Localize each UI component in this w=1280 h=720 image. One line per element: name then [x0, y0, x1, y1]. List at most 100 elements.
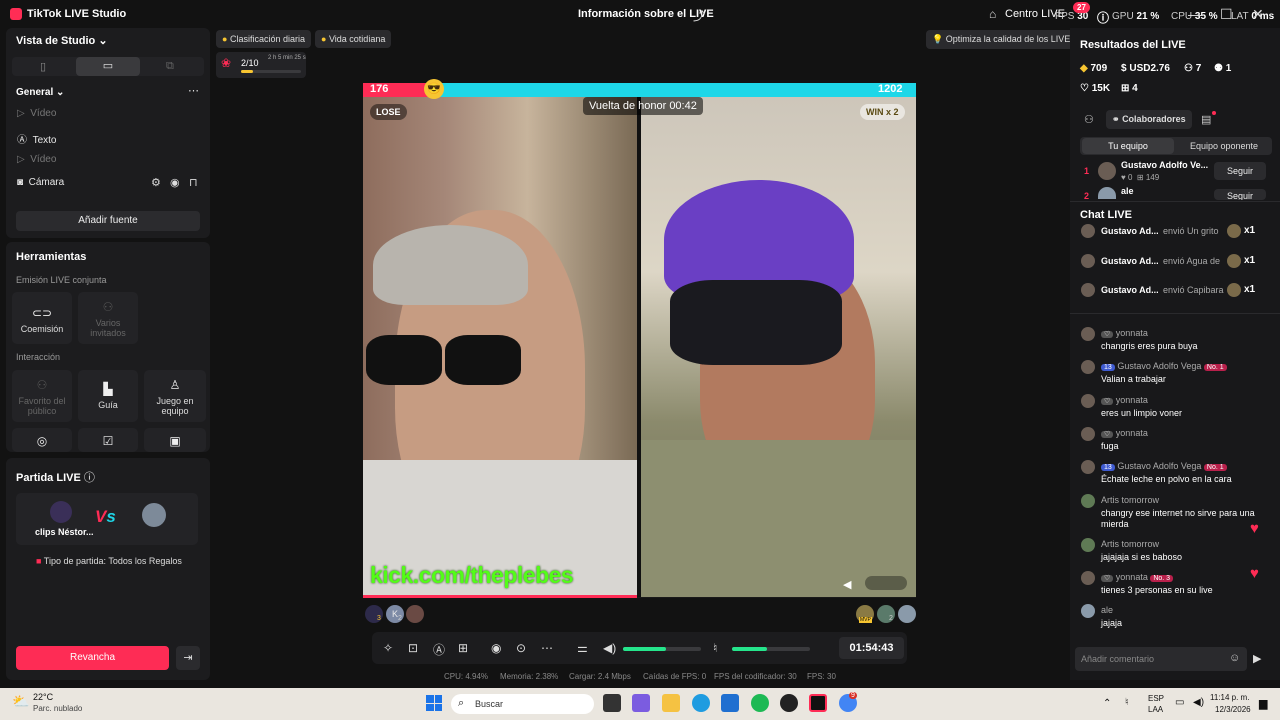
chat-avatar[interactable]	[1081, 360, 1095, 374]
supporter-avatar[interactable]	[406, 605, 424, 623]
list-icon[interactable]: ▤	[1201, 113, 1211, 126]
ai-icon[interactable]: Ⓐ	[433, 641, 445, 658]
weather-temp[interactable]: 22°C	[33, 692, 53, 702]
spotify-icon[interactable]	[751, 694, 769, 712]
gift-sender-avatar[interactable]	[1081, 224, 1095, 238]
chat-username[interactable]: yonnata	[1116, 328, 1148, 338]
replay-icon[interactable]: ⊙	[516, 641, 526, 655]
volume-icon[interactable]: ◀)	[603, 641, 616, 655]
network-icon[interactable]: ▭	[1175, 697, 1184, 708]
chat-avatar[interactable]	[1081, 571, 1095, 585]
taskbar-search[interactable]	[451, 694, 594, 714]
tiktok-taskbar-icon[interactable]	[809, 694, 827, 712]
chat-username[interactable]: ale	[1101, 605, 1113, 615]
fan-favorite-tile[interactable]: ⚇ Favorito del público	[12, 370, 72, 422]
store-icon[interactable]	[721, 694, 739, 712]
lock-icon[interactable]: ⊓	[189, 176, 198, 189]
clock-time[interactable]: 11:14 p. m.	[1210, 693, 1249, 702]
tray-chevron-icon[interactable]: ⌃	[1103, 698, 1111, 709]
edge-icon[interactable]	[692, 694, 710, 712]
send-icon[interactable]: ▶	[1253, 652, 1261, 665]
team-game-tile[interactable]: ♙ Juego en equipo	[144, 370, 206, 422]
source-text[interactable]: Ⓐ Texto	[17, 131, 56, 146]
target-tile[interactable]: ◎	[12, 428, 72, 452]
chat-username[interactable]: yonnata	[1116, 395, 1148, 405]
add-source-button[interactable]: Añadir fuente	[16, 211, 200, 231]
language-layout[interactable]: LAA	[1148, 705, 1163, 714]
optimize-quality-chip[interactable]: 💡 Optimiza la calidad de los LIVE	[926, 30, 1077, 49]
guide-tile[interactable]: ▙ Guía	[78, 370, 138, 422]
home-icon[interactable]: ⌂	[989, 7, 996, 21]
emoji-icon[interactable]: ☺	[1229, 652, 1240, 664]
team-member-name[interactable]: Gustavo Adolfo Ve...	[1121, 160, 1208, 170]
file-explorer-icon[interactable]	[662, 694, 680, 712]
language-code[interactable]: ESP	[1148, 694, 1164, 703]
gift-sender-name[interactable]: Gustavo Ad...	[1101, 256, 1159, 266]
portrait-layout-icon[interactable]: ▯	[40, 60, 46, 73]
sticker-icon[interactable]: ⊡	[408, 641, 418, 655]
chat-username-row[interactable]: ♡ yonnata	[1101, 328, 1148, 338]
chat-avatar[interactable]	[1081, 604, 1095, 618]
general-section[interactable]: General ⌄	[16, 87, 64, 98]
supporter-avatar[interactable]	[898, 605, 916, 623]
weather-desc[interactable]: Parc. nublado	[33, 704, 82, 713]
add-effect-icon[interactable]: ⊞	[458, 641, 468, 655]
clock-date[interactable]: 12/3/2026	[1215, 705, 1251, 714]
weather-icon[interactable]: ⛅	[12, 693, 29, 710]
mic-tray-icon[interactable]: ♮	[1125, 697, 1129, 708]
chat-username[interactable]: Gustavo Adolfo Vega	[1117, 461, 1201, 471]
chat-username-row[interactable]: ♡ yonnata No. 3	[1101, 572, 1174, 582]
record-icon[interactable]: ◉	[491, 641, 501, 655]
chat-username[interactable]: Artis tomorrow	[1101, 539, 1159, 549]
help-icon[interactable]: ⓘ	[84, 472, 95, 484]
adjust-icon[interactable]: ⚌	[577, 641, 588, 655]
chat-username[interactable]: yonnata	[1116, 572, 1148, 582]
more-icon[interactable]: ⋯	[541, 641, 553, 655]
teams-icon[interactable]	[632, 694, 650, 712]
team-avatar[interactable]	[1098, 187, 1116, 199]
share-icon[interactable]: ⤴	[693, 7, 705, 24]
speaker-icon[interactable]: ◀	[843, 578, 851, 591]
team-avatar[interactable]	[1098, 162, 1116, 180]
info-icon[interactable]: ⓘ	[1097, 9, 1109, 26]
category-chip[interactable]: ● Vida cotidiana	[315, 30, 392, 48]
chat-username-row[interactable]: Artis tomorrow	[1101, 539, 1159, 549]
source-video-1[interactable]: ▷ Vídeo	[17, 108, 56, 119]
team-member-name[interactable]: ale	[1121, 186, 1134, 196]
chat-username-row[interactable]: Artis tomorrow	[1101, 495, 1159, 505]
chat-username-row[interactable]: ♡ yonnata	[1101, 395, 1148, 405]
chat-username[interactable]: Artis tomorrow	[1101, 495, 1159, 505]
rematch-button[interactable]: Revancha	[16, 646, 169, 670]
box-tile[interactable]: ▣	[144, 428, 206, 452]
app-icon[interactable]	[780, 694, 798, 712]
visibility-icon[interactable]: ◉	[170, 176, 180, 189]
volume-slider[interactable]	[623, 647, 701, 651]
mic-slider[interactable]	[732, 647, 810, 651]
exit-match-icon[interactable]: ⇥	[176, 646, 200, 670]
chat-avatar[interactable]	[1081, 494, 1095, 508]
more-options-icon[interactable]: ⋯	[188, 84, 199, 97]
microphone-icon[interactable]: ♮	[713, 641, 717, 655]
task-view-icon[interactable]	[603, 694, 621, 712]
daily-ranking-chip[interactable]: ● Clasificación diaria	[216, 30, 311, 48]
landscape-layout-icon[interactable]: ▭	[76, 57, 140, 76]
chat-avatar[interactable]	[1081, 460, 1095, 474]
chat-username[interactable]: Gustavo Adolfo Vega	[1117, 361, 1201, 371]
minimize-icon[interactable]: —	[1188, 6, 1202, 22]
gift-sender-name[interactable]: Gustavo Ad...	[1101, 285, 1159, 295]
co-host-tile[interactable]: ⊂⊃ Coemisión	[12, 292, 72, 344]
chat-username-row[interactable]: ale	[1101, 605, 1113, 615]
notifications-icon[interactable]: ▆	[1259, 697, 1267, 710]
chat-avatar[interactable]	[1081, 394, 1095, 408]
chat-avatar[interactable]	[1081, 538, 1095, 552]
multi-guest-tile[interactable]: ⚇ Varios invitados	[78, 292, 138, 344]
gift-sender-avatar[interactable]	[1081, 283, 1095, 297]
add-collaborator-icon[interactable]: ⚇	[1084, 113, 1094, 126]
chat-username[interactable]: yonnata	[1116, 428, 1148, 438]
chat-username-row[interactable]: 13 Gustavo Adolfo Vega No. 1	[1101, 361, 1227, 371]
volume-tray-icon[interactable]: ◀)	[1193, 697, 1204, 708]
gift-sender-name[interactable]: Gustavo Ad...	[1101, 226, 1159, 236]
chat-avatar[interactable]	[1081, 327, 1095, 341]
settings-icon[interactable]: ⚙	[151, 176, 161, 189]
close-icon[interactable]: ✕	[1252, 6, 1264, 23]
